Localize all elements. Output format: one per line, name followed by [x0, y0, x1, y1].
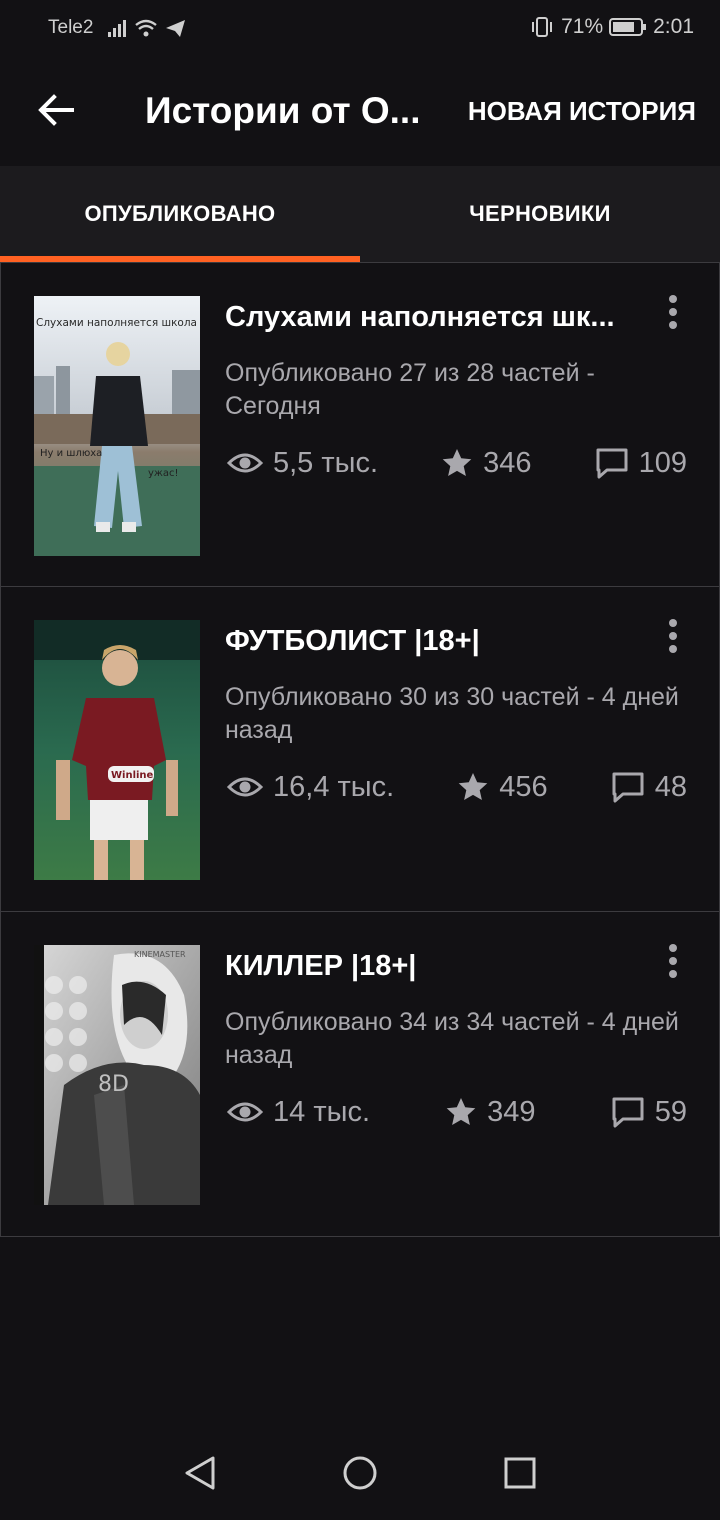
- story-stats: 5,5 тыс. 346 109: [227, 443, 687, 483]
- cover-text: KINEMASTER: [134, 950, 186, 959]
- story-meta: Опубликовано 30 из 30 частей - 4 дней на…: [225, 683, 679, 744]
- story-stats: 16,4 тыс. 456 48: [227, 767, 687, 807]
- nav-home-button[interactable]: [335, 1448, 385, 1498]
- star-icon: [442, 449, 472, 476]
- story-meta: Опубликовано 27 из 28 частей - Сегодня: [225, 359, 595, 420]
- battery-percent: 71%: [561, 15, 604, 38]
- comments-stat: 48: [611, 771, 687, 804]
- more-vertical-icon: [669, 944, 677, 978]
- story-stats: 14 тыс. 349 59: [227, 1092, 687, 1132]
- story-cover[interactable]: KINEMASTER 8D: [34, 945, 200, 1205]
- nav-recents-icon: [504, 1457, 536, 1489]
- more-options-button[interactable]: [661, 617, 685, 657]
- more-vertical-icon: [669, 295, 677, 329]
- views-count: 14 тыс.: [273, 1095, 370, 1128]
- story-title[interactable]: Слухами наполняется шк...: [225, 301, 635, 334]
- comments-count: 48: [654, 770, 687, 803]
- views-stat: 16,4 тыс.: [227, 771, 394, 804]
- nav-back-icon: [185, 1456, 215, 1490]
- cover-text: Слухами наполняется школа: [36, 317, 197, 329]
- stars-stat: 346: [441, 446, 532, 480]
- nav-back-button[interactable]: [175, 1448, 225, 1498]
- star-icon: [446, 1098, 476, 1125]
- story-meta: Опубликовано 34 из 34 частей - 4 дней на…: [225, 1008, 679, 1069]
- system-nav-bar: [0, 1430, 720, 1520]
- more-options-button[interactable]: [661, 942, 685, 982]
- back-button[interactable]: [34, 88, 78, 132]
- story-cover[interactable]: Winline: [34, 620, 200, 880]
- comments-stat: 59: [611, 1096, 687, 1129]
- status-right: 71% 2:01: [529, 15, 694, 39]
- tab-bar: ОПУБЛИКОВАНО ЧЕРНОВИКИ: [0, 166, 720, 262]
- comment-icon: [612, 1097, 644, 1128]
- new-story-button[interactable]: НОВАЯ ИСТОРИЯ: [468, 96, 696, 127]
- story-card[interactable]: Слухами наполняется школа Ну и шлюха ужа…: [0, 262, 720, 587]
- star-icon: [458, 773, 488, 800]
- eye-icon: [227, 453, 263, 473]
- tab-published[interactable]: ОПУБЛИКОВАНО: [0, 166, 360, 262]
- story-cover[interactable]: Слухами наполняется школа Ну и шлюха ужа…: [34, 296, 200, 556]
- views-stat: 14 тыс.: [227, 1096, 370, 1129]
- signal-icons: [106, 16, 188, 46]
- tab-drafts[interactable]: ЧЕРНОВИКИ: [360, 166, 720, 262]
- app-bar: Истории от О... НОВАЯ ИСТОРИЯ: [0, 56, 720, 166]
- stars-count: 346: [483, 446, 532, 479]
- views-stat: 5,5 тыс.: [227, 447, 378, 480]
- views-count: 16,4 тыс.: [273, 770, 395, 803]
- comments-count: 59: [654, 1095, 687, 1128]
- carrier-name: Tele2: [48, 17, 94, 38]
- views-count: 5,5 тыс.: [273, 446, 379, 479]
- cover-text: Winline: [111, 770, 154, 781]
- eye-icon: [227, 1102, 263, 1122]
- vibrate-icon: [532, 17, 553, 37]
- nav-home-icon: [343, 1456, 377, 1490]
- battery-icon: [609, 18, 647, 36]
- eye-icon: [227, 777, 263, 797]
- cover-text: Ну и шлюха: [40, 448, 102, 459]
- stars-count: 456: [499, 770, 548, 803]
- status-bar: Tele2 71% 2:01: [0, 0, 720, 56]
- stars-stat: 456: [457, 770, 548, 804]
- comments-stat: 109: [595, 447, 687, 480]
- cover-text: ужас!: [148, 468, 179, 479]
- story-title[interactable]: КИЛЛЕР |18+|: [225, 950, 635, 983]
- story-card[interactable]: Winline ФУТБОЛИСТ |18+| Опубликовано 30 …: [0, 587, 720, 912]
- clock: 2:01: [653, 15, 694, 38]
- story-list: Слухами наполняется школа Ну и шлюха ужа…: [0, 262, 720, 1237]
- back-arrow-icon: [38, 94, 74, 126]
- story-title[interactable]: ФУТБОЛИСТ |18+|: [225, 625, 635, 658]
- cover-text: 8D: [98, 1072, 129, 1097]
- more-options-button[interactable]: [661, 293, 685, 333]
- comment-icon: [596, 448, 628, 479]
- comments-count: 109: [638, 446, 687, 479]
- more-vertical-icon: [669, 619, 677, 653]
- page-title: Истории от О...: [145, 90, 421, 131]
- stars-stat: 349: [445, 1095, 536, 1129]
- story-card[interactable]: KINEMASTER 8D КИЛЛЕР |18+| Опубликовано …: [0, 912, 720, 1237]
- nav-recents-button[interactable]: [495, 1448, 545, 1498]
- comment-icon: [612, 772, 644, 803]
- stars-count: 349: [487, 1095, 536, 1128]
